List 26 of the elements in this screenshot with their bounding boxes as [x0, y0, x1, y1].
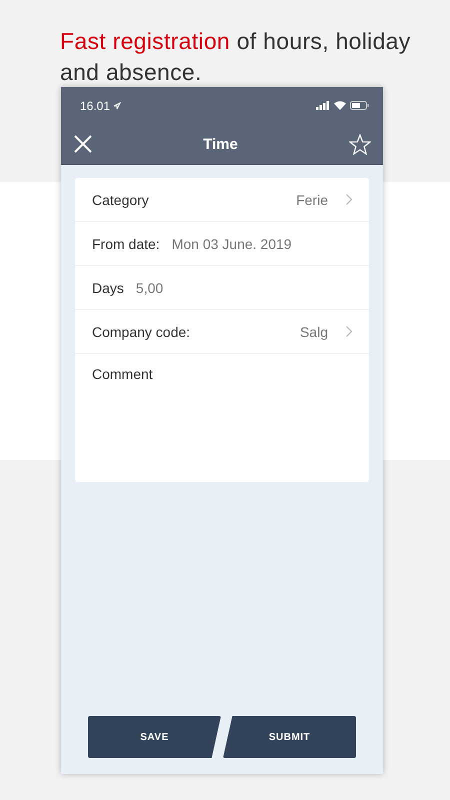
star-icon[interactable]: [349, 134, 371, 154]
battery-icon: [350, 101, 369, 110]
field-value: Mon 03 June. 2019: [172, 236, 292, 252]
field-row[interactable]: From date: Mon 03 June. 2019: [75, 222, 369, 266]
field-label: Category: [92, 192, 149, 208]
headline: Fast registration of hours, holiday and absence.: [59, 27, 412, 87]
select-row[interactable]: Company code: Salg: [75, 310, 369, 354]
comment-field[interactable]: Comment: [75, 354, 369, 482]
location-icon: [113, 102, 122, 110]
signal-icon: [316, 101, 330, 110]
field-label: From date:: [92, 236, 160, 252]
close-icon[interactable]: [74, 135, 92, 153]
select-row[interactable]: Category Ferie: [75, 178, 369, 222]
field-label: Company code:: [92, 324, 190, 340]
chevron-icon: [346, 194, 352, 205]
save-button[interactable]: SAVE: [88, 716, 221, 758]
field-value: Ferie: [296, 192, 328, 208]
wifi-icon: [334, 101, 346, 110]
chevron-icon: [346, 326, 352, 337]
nav-title: Time: [203, 136, 238, 152]
field-value: Salg: [300, 324, 328, 340]
field-row[interactable]: Days 5,00: [75, 266, 369, 310]
status-time: 16.01: [80, 98, 110, 112]
submit-button[interactable]: SUBMIT: [223, 716, 356, 758]
field-label: Days: [92, 280, 124, 296]
field-value: 5,00: [136, 280, 164, 296]
